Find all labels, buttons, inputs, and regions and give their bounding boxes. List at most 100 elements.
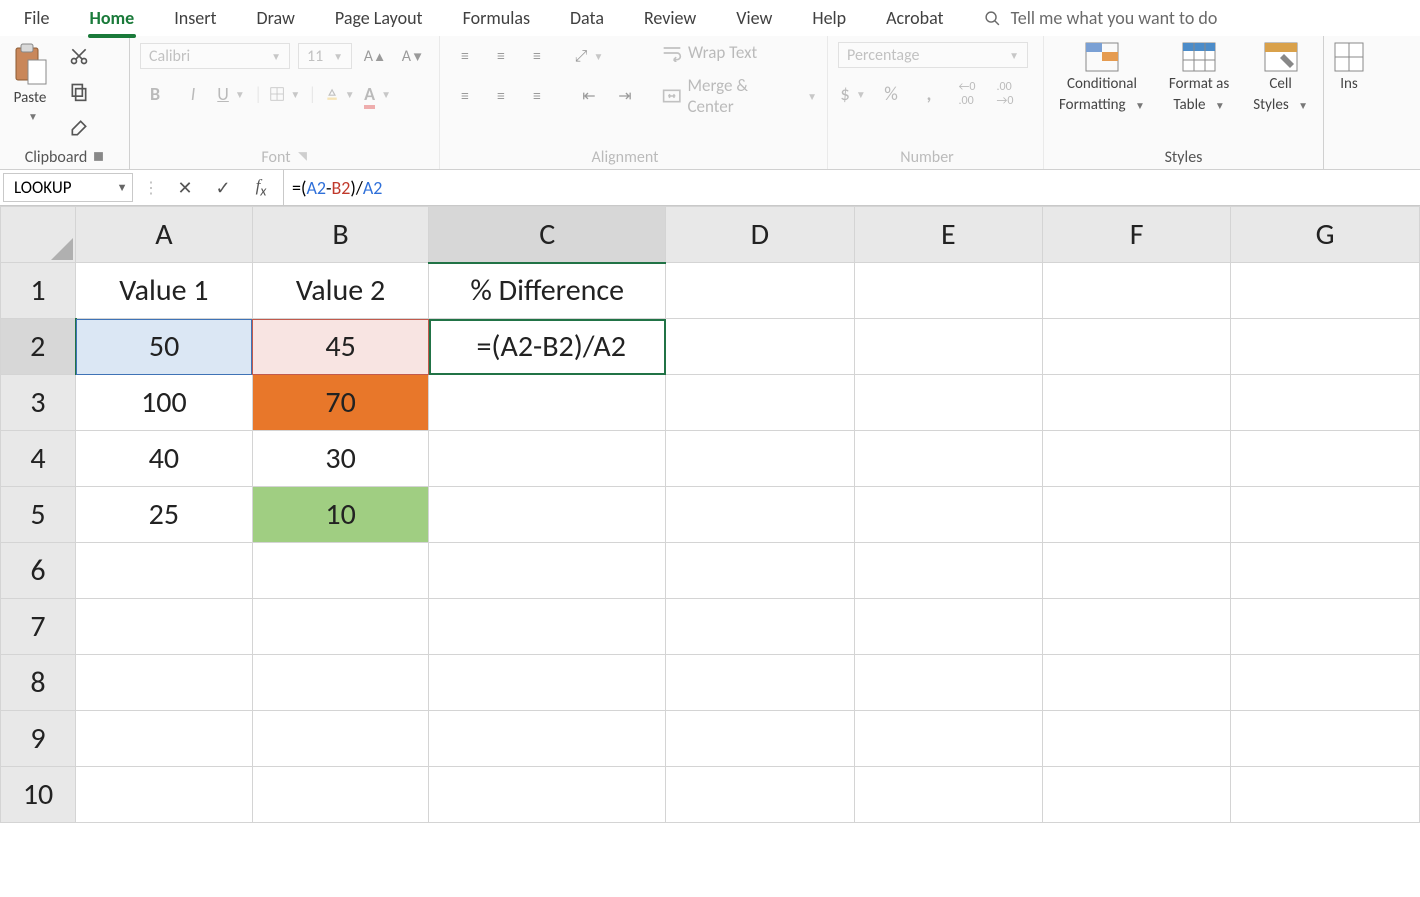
cell-F4[interactable] xyxy=(1042,431,1230,487)
cell-B8[interactable] xyxy=(252,655,429,711)
format-painter-button[interactable] xyxy=(64,114,94,142)
cell-B7[interactable] xyxy=(252,599,429,655)
decrease-indent-button[interactable]: ⇤ xyxy=(574,82,604,110)
tab-pagelayout[interactable]: Page Layout xyxy=(335,7,423,29)
cell-D3[interactable] xyxy=(666,375,855,431)
col-header-G[interactable]: G xyxy=(1231,207,1420,263)
tab-insert[interactable]: Insert xyxy=(174,7,216,29)
italic-button[interactable]: I xyxy=(178,80,208,108)
cell-E3[interactable] xyxy=(854,375,1042,431)
cancel-formula-button[interactable]: ✕ xyxy=(173,177,197,199)
cell-D4[interactable] xyxy=(666,431,855,487)
font-size-select[interactable]: 11▼ xyxy=(298,43,352,69)
name-box-input[interactable] xyxy=(4,177,112,198)
cell-G9[interactable] xyxy=(1231,711,1420,767)
cell-B5[interactable]: 10 xyxy=(252,487,429,543)
col-header-A[interactable]: A xyxy=(76,207,253,263)
tab-data[interactable]: Data xyxy=(570,7,604,29)
copy-button[interactable] xyxy=(64,78,94,106)
cell-F5[interactable] xyxy=(1042,487,1230,543)
paste-button[interactable]: Paste ▼ xyxy=(10,42,50,123)
tab-help[interactable]: Help xyxy=(812,7,846,29)
row-header-3[interactable]: 3 xyxy=(1,375,76,431)
cell-C7[interactable] xyxy=(429,599,666,655)
borders-button[interactable]: ▼ xyxy=(270,80,300,108)
tab-file[interactable]: File xyxy=(24,7,50,29)
align-top-button[interactable]: ≡ xyxy=(450,42,480,70)
accounting-format-button[interactable]: $▼ xyxy=(838,80,868,108)
cell-F6[interactable] xyxy=(1042,543,1230,599)
cell-E6[interactable] xyxy=(854,543,1042,599)
row-header-5[interactable]: 5 xyxy=(1,487,76,543)
cell-D6[interactable] xyxy=(666,543,855,599)
dialog-launcher-icon[interactable] xyxy=(664,148,675,167)
cell-B2[interactable]: 45 xyxy=(252,319,429,375)
select-all-corner[interactable] xyxy=(1,207,76,263)
cell-A1[interactable]: Value 1 xyxy=(76,263,253,319)
cell-C1[interactable]: % Difference xyxy=(429,263,666,319)
cell-D1[interactable] xyxy=(666,263,855,319)
decrease-font-button[interactable]: A▼ xyxy=(398,42,428,70)
cell-D9[interactable] xyxy=(666,711,855,767)
cell-F8[interactable] xyxy=(1042,655,1230,711)
tab-view[interactable]: View xyxy=(736,7,772,29)
name-box[interactable]: ▼ xyxy=(3,173,133,202)
cell-E9[interactable] xyxy=(854,711,1042,767)
cell-E8[interactable] xyxy=(854,655,1042,711)
cell-G7[interactable] xyxy=(1231,599,1420,655)
increase-indent-button[interactable]: ⇥ xyxy=(610,82,640,110)
cell-A6[interactable] xyxy=(76,543,253,599)
col-header-C[interactable]: C xyxy=(429,207,666,263)
cell-G10[interactable] xyxy=(1231,767,1420,823)
cell-A10[interactable] xyxy=(76,767,253,823)
row-header-2[interactable]: 2 xyxy=(1,319,76,375)
number-format-select[interactable]: Percentage▼ xyxy=(838,42,1028,68)
cell-A2[interactable]: 50 xyxy=(76,319,253,375)
cell-F9[interactable] xyxy=(1042,711,1230,767)
cell-F1[interactable] xyxy=(1042,263,1230,319)
cell-E7[interactable] xyxy=(854,599,1042,655)
cell-E5[interactable] xyxy=(854,487,1042,543)
cell-C9[interactable] xyxy=(429,711,666,767)
row-header-6[interactable]: 6 xyxy=(1,543,76,599)
orientation-button[interactable]: ⤢▼ xyxy=(574,42,604,70)
cell-B3[interactable]: 70 xyxy=(252,375,429,431)
cell-A4[interactable]: 40 xyxy=(76,431,253,487)
cell-B4[interactable]: 30 xyxy=(252,431,429,487)
col-header-D[interactable]: D xyxy=(666,207,855,263)
cell-B10[interactable] xyxy=(252,767,429,823)
cell-G6[interactable] xyxy=(1231,543,1420,599)
tab-review[interactable]: Review xyxy=(644,7,696,29)
cell-E2[interactable] xyxy=(854,319,1042,375)
row-header-4[interactable]: 4 xyxy=(1,431,76,487)
cell-D10[interactable] xyxy=(666,767,855,823)
cell-G1[interactable] xyxy=(1231,263,1420,319)
font-family-select[interactable]: Calibri▼ xyxy=(140,43,290,69)
cell-A9[interactable] xyxy=(76,711,253,767)
tab-home[interactable]: Home xyxy=(90,7,135,29)
cell-A5[interactable]: 25 xyxy=(76,487,253,543)
fill-color-button[interactable]: ▼ xyxy=(325,80,355,108)
cell-G3[interactable] xyxy=(1231,375,1420,431)
cell-B6[interactable] xyxy=(252,543,429,599)
tab-formulas[interactable]: Formulas xyxy=(463,7,530,29)
align-right-button[interactable]: ≡ xyxy=(522,82,552,110)
cell-D5[interactable] xyxy=(666,487,855,543)
tab-acrobat[interactable]: Acrobat xyxy=(886,7,943,29)
row-header-1[interactable]: 1 xyxy=(1,263,76,319)
align-bottom-button[interactable]: ≡ xyxy=(522,42,552,70)
cell-C4[interactable] xyxy=(429,431,666,487)
row-header-9[interactable]: 9 xyxy=(1,711,76,767)
tell-me-search[interactable]: Tell me what you want to do xyxy=(984,7,1218,29)
format-as-table-button[interactable]: Format as Table ▼ xyxy=(1169,42,1229,114)
cell-D7[interactable] xyxy=(666,599,855,655)
cell-styles-button[interactable]: Cell Styles ▼ xyxy=(1253,42,1308,114)
cell-B9[interactable] xyxy=(252,711,429,767)
cell-C3[interactable] xyxy=(429,375,666,431)
cell-F10[interactable] xyxy=(1042,767,1230,823)
dialog-launcher-icon[interactable] xyxy=(93,148,104,167)
insert-cells-button[interactable]: Ins xyxy=(1334,42,1364,93)
row-header-8[interactable]: 8 xyxy=(1,655,76,711)
merge-center-button[interactable]: Merge & Center▼ xyxy=(662,75,817,117)
decrease-decimal-button[interactable]: .00→0 xyxy=(990,80,1020,108)
